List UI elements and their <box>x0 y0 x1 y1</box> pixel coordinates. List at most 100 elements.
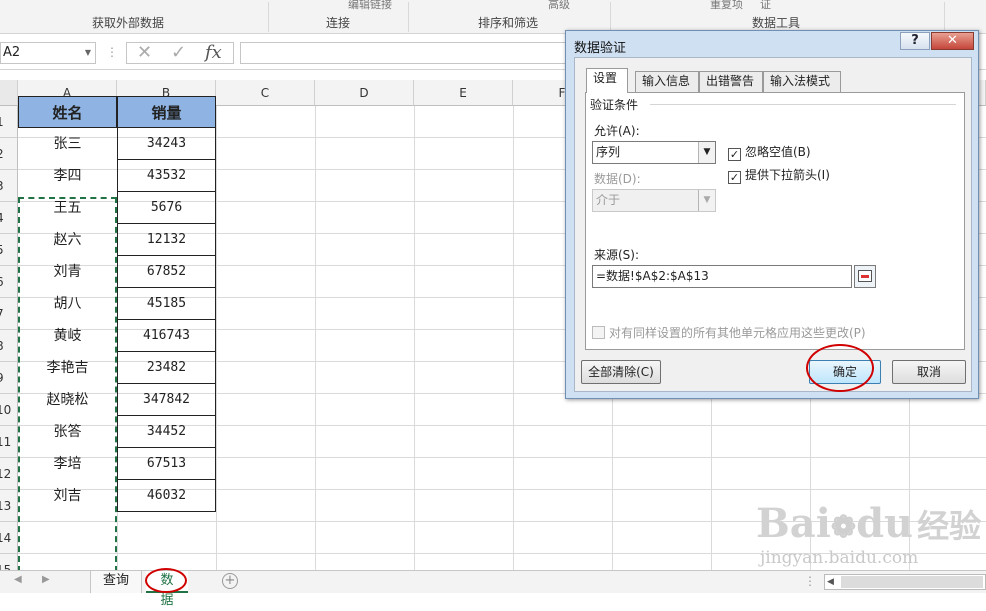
row-header-3[interactable]: 3 <box>0 170 18 202</box>
row-header-11[interactable]: 11 <box>0 426 18 458</box>
group-sort-filter: 排序和筛选 <box>478 16 539 30</box>
tab-query[interactable]: 查询 <box>90 571 142 593</box>
duplicates-item[interactable]: 重复项 <box>710 0 743 12</box>
data-validation-dialog: 数据验证 ? ✕ 设置 输入信息 出错警告 输入法模式 验证条件 允许(A): … <box>565 30 979 399</box>
row-header-8[interactable]: 8 <box>0 330 18 362</box>
formula-tools: ✕ ✓ fx <box>126 42 234 64</box>
validation-item[interactable]: 证 <box>760 0 771 12</box>
advanced-filter-item[interactable]: 高级 <box>548 0 570 12</box>
horizontal-scrollbar[interactable]: ◀ <box>824 574 986 590</box>
add-sheet-icon[interactable]: + <box>222 573 238 589</box>
data-value: 介于 <box>596 193 621 207</box>
chevron-down-icon[interactable]: ▼ <box>85 43 91 63</box>
header-name-cell[interactable]: 姓名 <box>18 96 117 128</box>
allow-select[interactable]: 序列 ▼ <box>592 141 716 164</box>
column-header-d[interactable]: D <box>315 80 414 106</box>
row-header-12[interactable]: 12 <box>0 458 18 490</box>
ribbon-divider <box>408 2 409 32</box>
more-vert-icon[interactable]: ⋮ <box>804 574 816 588</box>
data-label: 数据(D): <box>594 172 641 186</box>
scroll-thumb[interactable] <box>841 576 983 588</box>
row-header-5[interactable]: 5 <box>0 234 18 266</box>
name-cell[interactable]: 张三 <box>18 128 117 160</box>
tab-settings[interactable]: 设置 <box>586 68 628 93</box>
dropdown-arrow-checkbox[interactable]: ✓ 提供下拉箭头(I) <box>728 168 830 184</box>
close-button[interactable]: ✕ <box>931 32 974 50</box>
apply-all-checkbox: 对有同样设置的所有其他单元格应用这些更改(P) <box>592 326 866 340</box>
sales-cell[interactable]: 43532 <box>117 160 216 192</box>
name-cell[interactable]: 赵晓松 <box>18 384 117 416</box>
group-data-tools: 数据工具 <box>752 16 801 30</box>
check-icon[interactable]: ✓ <box>171 43 186 63</box>
cancel-icon[interactable]: ✕ <box>137 43 152 63</box>
sales-cell[interactable]: 46032 <box>117 480 216 512</box>
sales-cell[interactable]: 34452 <box>117 416 216 448</box>
clear-all-button[interactable]: 全部清除(C) <box>581 360 661 384</box>
select-all-corner[interactable] <box>0 80 18 106</box>
dialog-title: 数据验证 <box>574 41 627 56</box>
close-icon: ✕ <box>947 33 958 48</box>
tab-ime-mode[interactable]: 输入法模式 <box>763 71 841 92</box>
insert-function-icon[interactable]: fx <box>205 43 222 63</box>
column-header-c[interactable]: C <box>216 80 315 106</box>
more-vert-icon[interactable]: ⋮ <box>106 45 118 59</box>
row-header-13[interactable]: 13 <box>0 490 18 522</box>
edit-links-item[interactable]: 编辑链接 <box>348 0 392 12</box>
ignore-blank-checkbox[interactable]: ✓ 忽略空值(B) <box>728 145 811 161</box>
name-cell[interactable]: 黄岐 <box>18 320 117 352</box>
row-header-14[interactable]: 14 <box>0 522 18 554</box>
sales-cell[interactable]: 67852 <box>117 256 216 288</box>
sales-cell[interactable]: 67513 <box>117 448 216 480</box>
name-box-value: A2 <box>3 45 21 60</box>
next-sheet-icon[interactable]: ▶ <box>42 574 50 585</box>
sales-cell[interactable]: 347842 <box>117 384 216 416</box>
name-cell[interactable]: 张答 <box>18 416 117 448</box>
scroll-left-icon[interactable]: ◀ <box>827 575 834 589</box>
sales-cell[interactable]: 23482 <box>117 352 216 384</box>
range-select-icon <box>858 270 872 282</box>
help-button[interactable]: ? <box>900 32 930 50</box>
sales-cell[interactable]: 5676 <box>117 192 216 224</box>
column-header-e[interactable]: E <box>414 80 513 106</box>
name-cell[interactable]: 刘青 <box>18 256 117 288</box>
row-header-7[interactable]: 7 <box>0 298 18 330</box>
row-header-9[interactable]: 9 <box>0 362 18 394</box>
row-header-15[interactable]: 15 <box>0 554 18 570</box>
tab-error-alert[interactable]: 出错警告 <box>699 71 763 92</box>
ribbon: 编辑链接 高级 重复项 证 获取外部数据 连接 排序和筛选 数据工具 <box>0 0 986 34</box>
ribbon-divider <box>610 2 611 32</box>
cancel-button[interactable]: 取消 <box>892 360 966 384</box>
row-header-1[interactable]: 1 <box>0 106 18 138</box>
sales-cell[interactable]: 12132 <box>117 224 216 256</box>
watermark-brand: Bai❁du 经验 <box>756 500 982 547</box>
name-cell[interactable]: 李艳吉 <box>18 352 117 384</box>
gridline <box>513 106 514 570</box>
name-cell[interactable]: 赵六 <box>18 224 117 256</box>
sales-cell[interactable]: 45185 <box>117 288 216 320</box>
name-cell[interactable]: 胡八 <box>18 288 117 320</box>
formula-input[interactable] <box>240 42 580 64</box>
group-divider <box>650 104 956 105</box>
range-picker-button[interactable] <box>854 265 876 288</box>
prev-sheet-icon[interactable]: ◀ <box>14 574 22 585</box>
name-cell[interactable]: 李培 <box>18 448 117 480</box>
row-header-6[interactable]: 6 <box>0 266 18 298</box>
name-cell[interactable]: 刘吉 <box>18 480 117 512</box>
row-header-2[interactable]: 2 <box>0 138 18 170</box>
checkmark-icon: ✓ <box>728 171 741 184</box>
header-sales-cell[interactable]: 销量 <box>117 96 216 128</box>
sales-cell[interactable]: 34243 <box>117 128 216 160</box>
name-cell[interactable]: 王五 <box>18 192 117 224</box>
group-connections: 连接 <box>326 16 351 30</box>
gridline <box>414 106 415 570</box>
source-input[interactable]: =数据!$A$2:$A$13 <box>592 265 852 288</box>
sales-cell[interactable]: 416743 <box>117 320 216 352</box>
gridline <box>216 106 217 570</box>
tab-input-message[interactable]: 输入信息 <box>635 71 699 92</box>
row-header-10[interactable]: 10 <box>0 394 18 426</box>
name-cell[interactable]: 李四 <box>18 160 117 192</box>
chevron-down-icon[interactable]: ▼ <box>698 142 715 163</box>
dialog-body: 设置 输入信息 出错警告 输入法模式 验证条件 允许(A): 序列 ▼ 数据(D… <box>574 57 972 392</box>
row-header-4[interactable]: 4 <box>0 202 18 234</box>
name-box[interactable]: A2 ▼ <box>0 42 96 64</box>
